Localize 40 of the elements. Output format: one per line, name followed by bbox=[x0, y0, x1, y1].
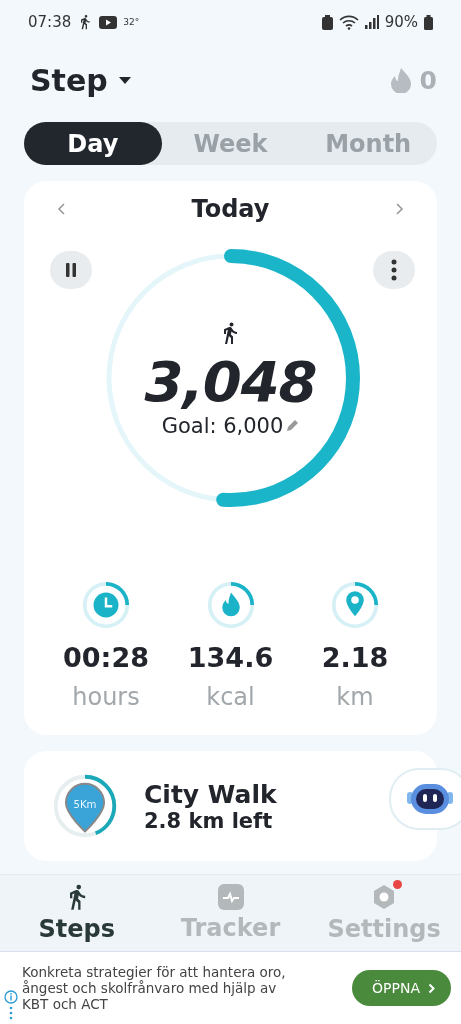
info-icon[interactable] bbox=[4, 990, 18, 1020]
period-tab[interactable]: Day bbox=[24, 122, 162, 165]
stat-unit: km bbox=[336, 683, 374, 711]
open-button[interactable]: ÖPPNA bbox=[352, 970, 451, 1006]
more-vertical-icon bbox=[391, 259, 397, 281]
challenge-title: City Walk bbox=[144, 779, 277, 809]
heartbeat-icon bbox=[217, 884, 244, 910]
location-pin-icon bbox=[330, 580, 380, 630]
streak-count: 0 bbox=[419, 65, 437, 95]
pause-button[interactable] bbox=[50, 251, 92, 289]
video-icon bbox=[99, 15, 118, 29]
stat-value: 2.18 bbox=[321, 642, 389, 673]
status-time: 07:38 bbox=[28, 13, 72, 31]
battery-icon bbox=[424, 14, 433, 30]
pause-icon bbox=[66, 263, 76, 277]
day-title: Today bbox=[191, 195, 270, 223]
temperature: 32° bbox=[123, 17, 140, 27]
chevron-right-icon bbox=[428, 982, 435, 994]
stat-value: 134.6 bbox=[187, 642, 274, 673]
stat-value: 00:28 bbox=[63, 642, 149, 673]
battery-saver-icon bbox=[321, 14, 333, 30]
robot-icon bbox=[406, 782, 454, 816]
clock-icon bbox=[81, 580, 131, 630]
challenge-card[interactable]: 5Km City Walk 2.8 km left bbox=[24, 751, 437, 861]
signal-icon bbox=[364, 15, 379, 29]
page-title[interactable]: Step bbox=[30, 62, 108, 98]
assistant-button[interactable] bbox=[389, 768, 461, 830]
stat-unit: hours bbox=[72, 683, 140, 711]
period-tab[interactable]: Week bbox=[161, 122, 300, 165]
more-options-button[interactable] bbox=[373, 251, 415, 289]
nav-tab[interactable]: Steps bbox=[0, 875, 154, 951]
challenge-remaining: 2.8 km left bbox=[144, 808, 274, 833]
flame-icon bbox=[205, 580, 256, 630]
wifi-icon bbox=[338, 14, 359, 30]
battery-level: 90% bbox=[384, 13, 418, 31]
stat-unit: kcal bbox=[206, 683, 255, 711]
dropdown-caret-icon[interactable] bbox=[117, 75, 132, 85]
ad-text: Konkreta strategier för att hantera oro, ångest och skolfrånvaro med hjälp av KBT och ACT bbox=[22, 964, 287, 1012]
period-tab[interactable]: Month bbox=[299, 122, 437, 165]
flame-icon bbox=[389, 67, 412, 93]
